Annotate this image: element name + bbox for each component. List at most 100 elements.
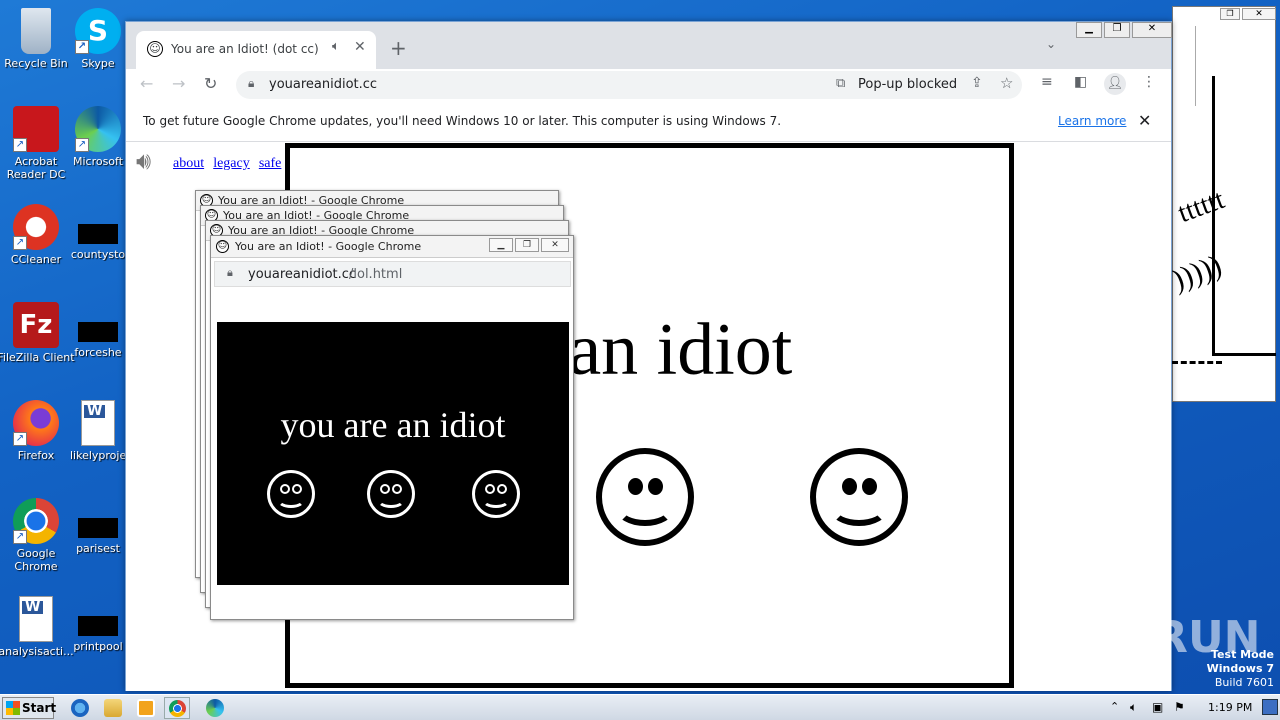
media-player-icon[interactable]	[137, 699, 155, 717]
minimize-icon[interactable]: ▁	[1076, 22, 1102, 38]
volume-icon[interactable]: 🔈︎	[1130, 700, 1137, 715]
desktop-icon-label: Firefox	[17, 449, 55, 462]
desktop-icon-microsoft-edge[interactable]: ↗ Microsoft	[70, 106, 126, 168]
chrome-taskbar-button[interactable]	[164, 697, 190, 719]
desktop-icon-likelyproje[interactable]: W likelyproje	[70, 400, 126, 462]
media-queue-icon[interactable]: ≡	[1041, 74, 1053, 90]
test-mode-notice: Test Mode Windows 7 Build 7601	[1150, 648, 1274, 690]
close-tab-icon[interactable]: ✕	[354, 39, 366, 55]
chrome-icon: ↗	[13, 498, 59, 544]
show-desktop-icon[interactable]	[1262, 699, 1278, 715]
system-tray: ⌃ 🔈︎ ▣ ⚑ 1:19 PM	[1106, 695, 1280, 720]
internet-explorer-icon[interactable]	[71, 699, 89, 717]
new-tab-icon[interactable]: +	[390, 36, 407, 60]
popup-blocked-label[interactable]: Pop-up blocked	[858, 77, 957, 92]
desktop-icon-firefox[interactable]: ↗ Firefox	[0, 400, 76, 462]
restore-icon[interactable]: ❐	[515, 238, 539, 252]
smiley-favicon-icon: ☺	[216, 240, 229, 253]
desktop-icon-countysto[interactable]: countysto	[70, 224, 126, 261]
profile-avatar-icon[interactable]: 👤︎	[1104, 73, 1126, 95]
desktop-icon-printpool[interactable]: printpool	[70, 616, 126, 653]
desktop-icon-label: Skype	[81, 57, 115, 70]
back-icon[interactable]: ←	[140, 74, 153, 93]
edge-icon[interactable]	[206, 699, 224, 717]
tab-search-chevron-icon[interactable]: ⌄	[1046, 37, 1056, 51]
network-icon[interactable]: ▣	[1152, 700, 1163, 714]
smiley-face-icon	[367, 470, 415, 518]
action-center-flag-icon[interactable]: ⚑	[1174, 700, 1185, 714]
show-hidden-icons-chevron-icon[interactable]: ⌃	[1110, 700, 1119, 713]
popup-title: You are an Idiot! - Google Chrome	[235, 240, 422, 253]
popup-blocked-icon[interactable]: ⧉	[836, 76, 845, 91]
popup-url-host: youareanidiot.cc	[248, 267, 357, 282]
desktop-icon-label: likelyproje	[70, 449, 126, 462]
popup-address-bar[interactable]: 🔒︎ youareanidiot.cc /lol.html	[214, 261, 571, 287]
acrobat-icon: ↗	[13, 106, 59, 152]
restore-icon[interactable]: ❐	[1104, 22, 1130, 38]
edge-icon: ↗	[75, 106, 121, 152]
close-infobar-icon[interactable]: ✕	[1138, 111, 1151, 130]
word-document-icon: W	[19, 596, 53, 642]
smiley-face-icon	[596, 448, 694, 546]
filezilla-icon: Fz	[13, 302, 59, 348]
learn-more-link[interactable]: Learn more	[1058, 114, 1126, 128]
recycle-bin-icon	[21, 8, 51, 54]
test-mode-line: Test Mode	[1211, 648, 1274, 661]
desktop-icon-forceshe[interactable]: forceshe	[70, 322, 126, 359]
window-controls: ▁ ❐ ✕	[489, 238, 569, 252]
file-explorer-icon[interactable]	[104, 699, 122, 717]
desktop-icon-label: printpool	[73, 640, 123, 653]
desktop-icon-label: CCleaner	[10, 253, 62, 266]
popup-headline: you are an idiot	[280, 405, 506, 445]
right-popup-stack: ❐ ✕ tttttt )))))	[1168, 6, 1276, 402]
tab-title: You are an Idiot! (dot cc)	[171, 42, 319, 56]
file-icon	[78, 518, 118, 538]
tab-active[interactable]: ☺ You are an Idiot! (dot cc) 🔈︎ ✕	[136, 31, 376, 69]
desktop-icon-skype[interactable]: S ↗ Skype	[70, 8, 126, 70]
desktop-icon-google-chrome[interactable]: ↗ Google Chrome	[0, 498, 76, 573]
close-icon[interactable]: ✕	[1242, 8, 1276, 20]
share-icon[interactable]: ⇪	[971, 75, 983, 91]
address-bar[interactable]: 🔒︎ youareanidiot.cc ⧉ Pop-up blocked ⇪ ☆	[236, 71, 1022, 99]
close-window-icon[interactable]: ✕	[1132, 22, 1172, 38]
desktop-icon-analysisacti[interactable]: W analysisacti...	[0, 596, 76, 658]
forward-icon[interactable]: →	[172, 74, 185, 93]
popup-frame-edge	[1212, 76, 1276, 356]
minimize-icon[interactable]: ▁	[489, 238, 513, 252]
speaker-icon[interactable]: 🔈︎	[332, 39, 340, 54]
desktop-icon-filezilla[interactable]: Fz FileZilla Client	[0, 302, 76, 364]
desktop-icon-label: Recycle Bin	[4, 57, 68, 70]
desktop-icon-acrobat[interactable]: ↗ Acrobat Reader DC	[0, 106, 76, 181]
desktop-icon-recycle-bin[interactable]: Recycle Bin	[0, 8, 76, 70]
legacy-link[interactable]: legacy	[213, 156, 250, 171]
about-link[interactable]: about	[173, 156, 204, 171]
menu-kebab-icon[interactable]: ⋮	[1142, 74, 1156, 90]
desktop-icon-label: forceshe	[74, 346, 122, 359]
speaker-icon[interactable]: 🔊︎	[136, 147, 151, 175]
windows-logo-icon	[6, 701, 20, 715]
clock-time[interactable]: 1:19 PM	[1208, 701, 1252, 714]
file-icon	[78, 224, 118, 244]
test-mode-line: Windows 7	[1206, 662, 1274, 675]
update-infobar: To get future Google Chrome updates, you…	[126, 102, 1171, 142]
desktop-icon-ccleaner[interactable]: ↗ CCleaner	[0, 204, 76, 266]
desktop-icon-parisest[interactable]: parisest	[70, 518, 126, 555]
window-controls: ▁ ❐ ✕	[1076, 22, 1172, 38]
safe-link[interactable]: safe	[259, 156, 282, 171]
start-button[interactable]: Start	[2, 697, 56, 719]
side-panel-icon[interactable]: ◧	[1074, 74, 1087, 90]
restore-icon[interactable]: ❐	[1220, 8, 1240, 20]
popup-edge-stack	[1174, 26, 1196, 106]
close-icon[interactable]: ✕	[541, 238, 569, 252]
desktop-icon-label: parisest	[76, 542, 120, 555]
file-icon	[78, 322, 118, 342]
popup-frame-edge	[1172, 361, 1222, 401]
bookmark-star-icon[interactable]: ☆	[1000, 74, 1013, 92]
popup-window-front[interactable]: ☺ You are an Idiot! - Google Chrome ▁ ❐ …	[210, 235, 574, 620]
desktop-icon-label: Microsoft	[72, 155, 124, 168]
ccleaner-icon: ↗	[13, 204, 59, 250]
reload-icon[interactable]: ↻	[204, 74, 217, 93]
file-icon	[78, 616, 118, 636]
taskbar: Start ⌃ 🔈︎ ▣ ⚑ 1:19 PM	[0, 694, 1280, 720]
page-links: about legacy safe	[173, 152, 285, 172]
